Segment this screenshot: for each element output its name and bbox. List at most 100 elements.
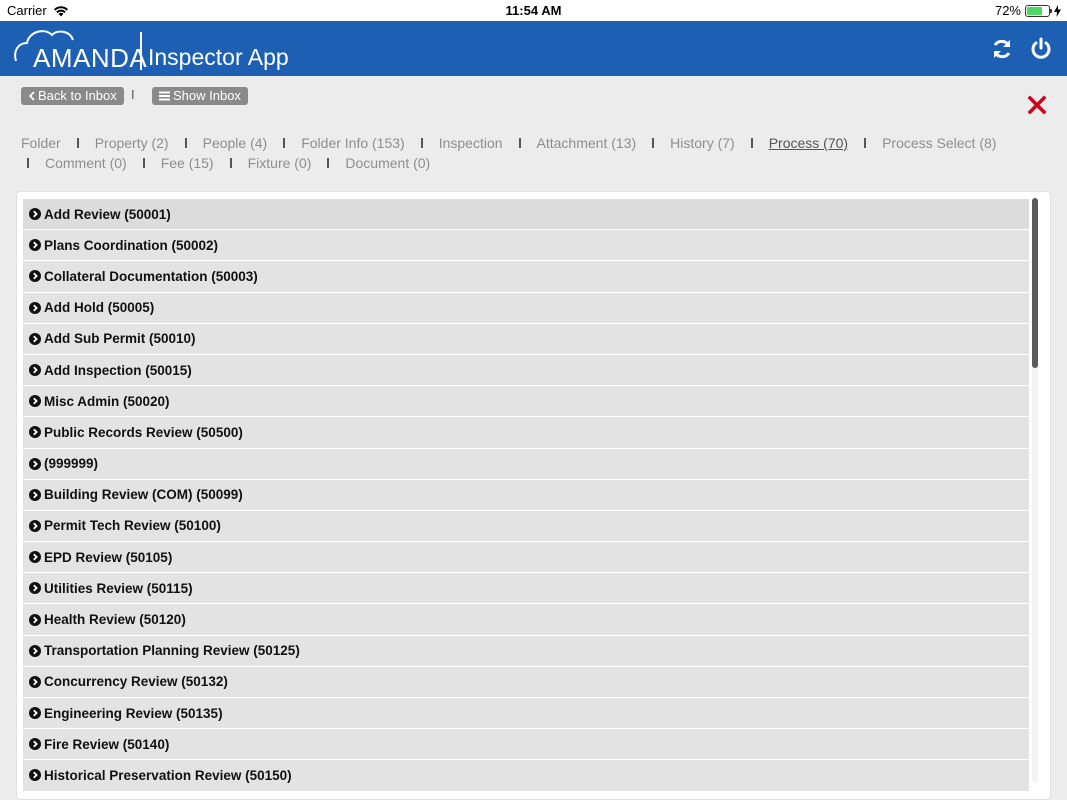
- toolbar-separator: I: [131, 87, 135, 102]
- list-item[interactable]: Misc Admin (50020): [23, 386, 1029, 418]
- list-item[interactable]: Health Review (50120): [23, 604, 1029, 636]
- chevron-circle-right-icon: [29, 208, 41, 221]
- tab-fee[interactable]: Fee (15): [161, 155, 214, 171]
- list-item-label: Health Review (50120): [44, 612, 186, 628]
- tab-separator: [27, 158, 29, 169]
- chevron-circle-right-icon: [29, 644, 41, 657]
- list-item[interactable]: Add Sub Permit (50010): [23, 323, 1029, 355]
- logo-text: AMANDA: [33, 43, 148, 73]
- tab-separator: [229, 158, 232, 169]
- chevron-circle-right-icon: [29, 738, 41, 751]
- list-item-label: Add Inspection (50015): [44, 362, 192, 378]
- chevron-circle-right-icon: [29, 332, 41, 345]
- chevron-circle-right-icon: [29, 301, 41, 314]
- logo-divider: [140, 32, 142, 70]
- list-item[interactable]: Historical Preservation Review (50150): [23, 760, 1029, 792]
- app-header: AMANDA Inspector App: [0, 21, 1067, 76]
- list-item[interactable]: Utilities Review (50115): [23, 573, 1029, 605]
- charging-icon: [1054, 4, 1061, 17]
- tab-people[interactable]: People (4): [203, 135, 268, 151]
- back-to-inbox-label: Back to Inbox: [38, 88, 117, 103]
- app-title: Inspector App: [148, 44, 289, 70]
- tab-separator: [750, 138, 753, 149]
- list-item-label: Fire Review (50140): [44, 736, 170, 752]
- refresh-icon[interactable]: [990, 37, 1014, 61]
- list-item[interactable]: Concurrency Review (50132): [23, 666, 1029, 698]
- list-item[interactable]: Public Records Review (50500): [23, 417, 1029, 449]
- show-inbox-button[interactable]: Show Inbox: [152, 87, 248, 105]
- tab-attachment[interactable]: Attachment (13): [537, 135, 637, 151]
- list-item-label: Concurrency Review (50132): [44, 674, 228, 690]
- chevron-circle-right-icon: [29, 426, 41, 439]
- chevron-circle-right-icon: [29, 551, 41, 564]
- tab-inspection[interactable]: Inspection: [439, 135, 503, 151]
- show-inbox-label: Show Inbox: [173, 88, 241, 103]
- list-item-label: Transportation Planning Review (50125): [44, 643, 300, 659]
- tab-separator: [420, 138, 423, 149]
- list-item[interactable]: Add Inspection (50015): [23, 354, 1029, 387]
- list-item-label: Add Hold (50005): [44, 300, 155, 316]
- chevron-circle-right-icon: [29, 270, 41, 283]
- tab-folder-info[interactable]: Folder Info (153): [301, 135, 405, 151]
- list-item-label: Collateral Documentation (50003): [44, 268, 258, 284]
- list-item-label: Add Sub Permit (50010): [44, 331, 196, 347]
- tab-fixture[interactable]: Fixture (0): [248, 155, 312, 171]
- chevron-circle-right-icon: [29, 519, 41, 532]
- list-item-label: Add Review (50001): [44, 206, 171, 222]
- tab-property[interactable]: Property (2): [95, 135, 169, 151]
- chevron-circle-right-icon: [29, 488, 41, 501]
- menu-icon: [159, 91, 170, 101]
- tab-separator: [76, 138, 79, 149]
- list-item-label: (999999): [44, 456, 99, 472]
- tab-separator: [518, 138, 521, 149]
- process-list: Add Review (50001) Plans Coordination (50…: [23, 199, 1029, 792]
- list-item-label: EPD Review (50105): [44, 549, 173, 565]
- chevron-circle-right-icon: [29, 364, 41, 377]
- list-item-label: Engineering Review (50135): [44, 705, 223, 721]
- chevron-circle-right-icon: [29, 613, 41, 626]
- battery-percent: 72%: [994, 3, 1021, 18]
- chevron-circle-right-icon: [29, 769, 41, 782]
- list-item[interactable]: (999999): [23, 448, 1029, 480]
- process-list-panel: Add Review (50001) Plans Coordination (50…: [16, 191, 1051, 800]
- tab-separator: [142, 158, 145, 169]
- list-item[interactable]: Plans Coordination (50002): [23, 230, 1029, 262]
- tab-separator: [283, 138, 286, 149]
- tab-separator: [184, 138, 187, 149]
- list-item[interactable]: Fire Review (50140): [23, 729, 1029, 761]
- list-item[interactable]: Building Review (COM) (50099): [23, 479, 1029, 511]
- list-item-label: Permit Tech Review (50100): [44, 518, 221, 534]
- close-icon[interactable]: [1027, 95, 1047, 115]
- back-to-inbox-button[interactable]: Back to Inbox: [21, 87, 124, 105]
- status-bar: Carrier 11:54 AM 72%: [0, 0, 1067, 21]
- chevron-circle-right-icon: [29, 582, 41, 595]
- list-item[interactable]: Collateral Documentation (50003): [23, 261, 1029, 293]
- power-icon[interactable]: [1029, 37, 1053, 61]
- list-item[interactable]: Transportation Planning Review (50125): [23, 635, 1029, 667]
- scrollbar[interactable]: [1032, 198, 1038, 782]
- chevron-circle-right-icon: [29, 239, 41, 252]
- scrollbar-thumb[interactable]: [1032, 198, 1038, 368]
- list-item-label: Plans Coordination (50002): [44, 237, 219, 253]
- list-item-label: Building Review (COM) (50099): [44, 487, 243, 503]
- chevron-circle-right-icon: [29, 675, 41, 688]
- list-item-label: Utilities Review (50115): [44, 580, 193, 596]
- list-item[interactable]: Add Hold (50005): [23, 292, 1029, 324]
- tab-document[interactable]: Document (0): [345, 155, 430, 171]
- tab-separator: [652, 138, 655, 149]
- tab-process[interactable]: Process (70): [769, 135, 848, 151]
- list-item[interactable]: EPD Review (50105): [23, 542, 1029, 574]
- list-item[interactable]: Permit Tech Review (50100): [23, 510, 1029, 543]
- tab-process-select[interactable]: Process Select (8): [882, 135, 996, 151]
- tab-comment[interactable]: Comment (0): [45, 155, 127, 171]
- list-item[interactable]: Engineering Review (50135): [23, 698, 1029, 730]
- list-item[interactable]: Add Review (50001): [23, 199, 1029, 231]
- battery-info: 72%: [995, 3, 1061, 18]
- tab-separator: [327, 158, 330, 169]
- tab-folder[interactable]: Folder: [21, 135, 61, 151]
- chevron-left-icon: [28, 91, 35, 101]
- tab-history[interactable]: History (7): [670, 135, 735, 151]
- list-item-label: Misc Admin (50020): [44, 393, 170, 409]
- chevron-circle-right-icon: [29, 395, 41, 408]
- battery-icon: [1025, 4, 1052, 17]
